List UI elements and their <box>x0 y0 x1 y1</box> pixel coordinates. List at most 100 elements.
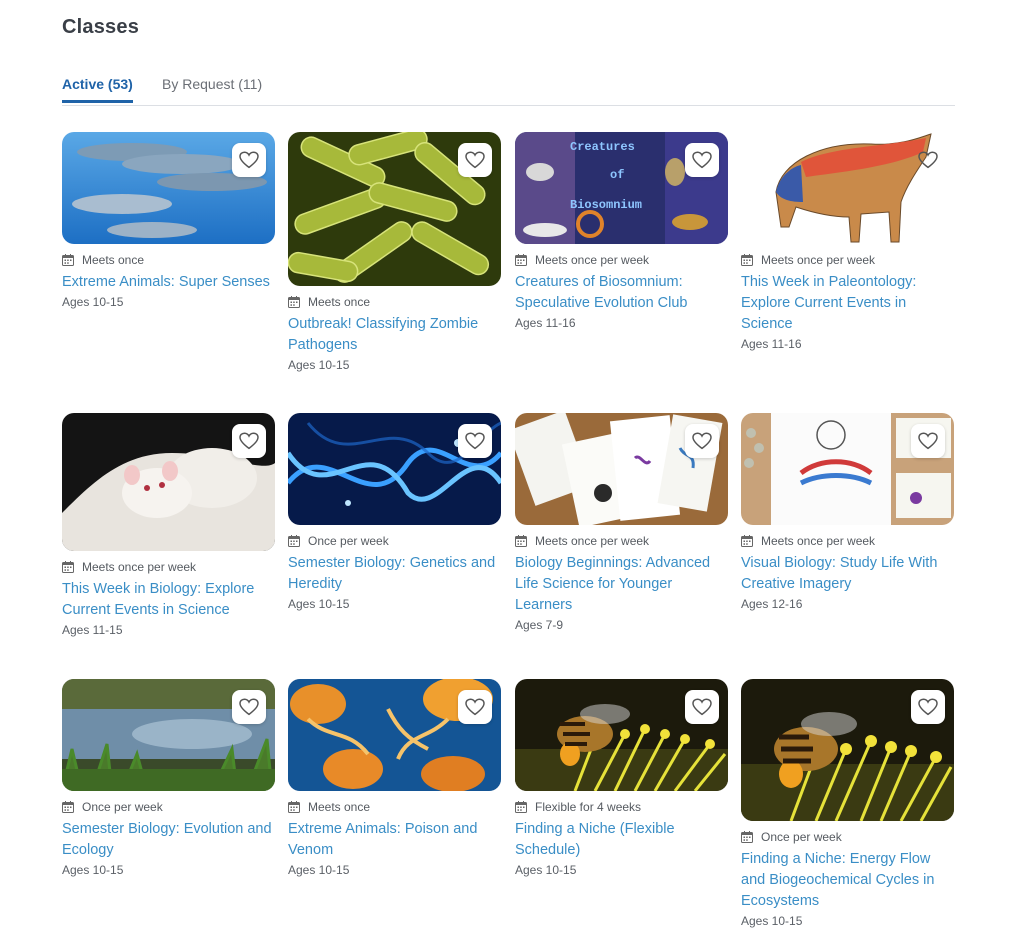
class-image[interactable] <box>741 679 954 821</box>
schedule-info: Meets once per week <box>741 252 954 268</box>
class-image[interactable] <box>62 132 275 244</box>
calendar-icon <box>62 561 74 573</box>
schedule-text: Meets once <box>308 800 371 814</box>
age-range: Ages 11-15 <box>62 623 123 637</box>
favorite-button[interactable] <box>458 143 492 177</box>
schedule-info: Meets once <box>62 252 275 268</box>
image-caption: Biosomnium <box>570 198 642 212</box>
age-range: Ages 7-9 <box>515 618 564 632</box>
class-card[interactable]: Meets once per week This Week in Biology… <box>62 413 275 639</box>
schedule-info: Meets once per week <box>62 559 275 575</box>
age-range: Ages 10-15 <box>288 358 350 372</box>
class-card[interactable]: Creatures of Biosomnium Meets once per w… <box>515 132 728 332</box>
calendar-icon <box>741 535 753 547</box>
class-title-link[interactable]: Semester Biology: Evolution and Ecology <box>62 819 275 861</box>
calendar-icon <box>741 831 753 843</box>
schedule-info: Flexible for 4 weeks <box>515 799 728 815</box>
class-card[interactable]: Meets once Extreme Animals: Poison and V… <box>288 679 501 879</box>
class-card[interactable]: Meets once Extreme Animals: Super Senses… <box>62 132 275 311</box>
schedule-text: Meets once per week <box>82 560 197 574</box>
class-title-link[interactable]: Finding a Niche: Energy Flow and Biogeoc… <box>741 849 954 912</box>
class-title-link[interactable]: Finding a Niche (Flexible Schedule) <box>515 819 728 861</box>
class-image[interactable] <box>288 132 501 286</box>
calendar-icon <box>288 296 300 308</box>
class-title-link[interactable]: This Week in Biology: Explore Current Ev… <box>62 579 275 621</box>
age-range: Ages 11-16 <box>515 316 576 330</box>
heart-outline-icon <box>692 432 712 450</box>
classes-page: Classes Active (53) By Request (11) Meet… <box>0 0 1024 929</box>
schedule-text: Once per week <box>308 534 389 548</box>
age-range: Ages 10-15 <box>741 914 803 928</box>
schedule-text: Meets once <box>82 253 145 267</box>
class-title-link[interactable]: Visual Biology: Study Life With Creative… <box>741 553 954 595</box>
class-image[interactable] <box>741 413 954 525</box>
favorite-button[interactable] <box>232 424 266 458</box>
tab-active[interactable]: Active (53) <box>62 76 133 103</box>
class-title-link[interactable]: Outbreak! Classifying Zombie Pathogens <box>288 314 501 356</box>
class-image[interactable] <box>515 413 728 525</box>
class-image[interactable] <box>741 132 954 244</box>
tab-by-request[interactable]: By Request (11) <box>162 76 262 100</box>
class-title-link[interactable]: Creatures of Biosomnium: Speculative Evo… <box>515 272 728 314</box>
class-card[interactable]: Once per week Semester Biology: Genetics… <box>288 413 501 613</box>
class-card[interactable]: Meets once per week Biology Beginnings: … <box>515 413 728 634</box>
schedule-info: Once per week <box>741 829 954 845</box>
heart-outline-icon <box>465 151 485 169</box>
favorite-button[interactable] <box>458 690 492 724</box>
schedule-text: Meets once per week <box>535 253 650 267</box>
heart-outline-icon <box>692 151 712 169</box>
class-image[interactable] <box>62 679 275 791</box>
schedule-text: Meets once <box>308 295 371 309</box>
favorite-button[interactable] <box>685 143 719 177</box>
image-caption: of <box>610 168 624 182</box>
tab-bar: Active (53) By Request (11) <box>62 76 955 106</box>
calendar-icon <box>741 254 753 266</box>
class-title-link[interactable]: Semester Biology: Genetics and Heredity <box>288 553 501 595</box>
favorite-button[interactable] <box>911 143 945 177</box>
class-title-link[interactable]: Extreme Animals: Poison and Venom <box>288 819 501 861</box>
schedule-text: Once per week <box>761 830 842 844</box>
calendar-icon <box>62 801 74 813</box>
heart-outline-icon <box>239 151 259 169</box>
schedule-text: Meets once per week <box>761 253 876 267</box>
class-card[interactable]: Once per week Finding a Niche: Energy Fl… <box>741 679 954 929</box>
favorite-button[interactable] <box>685 424 719 458</box>
class-card[interactable]: Flexible for 4 weeks Finding a Niche (Fl… <box>515 679 728 879</box>
class-card[interactable]: Once per week Semester Biology: Evolutio… <box>62 679 275 879</box>
page-title: Classes <box>62 16 140 38</box>
heart-outline-icon <box>239 698 259 716</box>
class-card[interactable]: Meets once per week This Week in Paleont… <box>741 132 954 353</box>
class-title-link[interactable]: Extreme Animals: Super Senses <box>62 272 275 293</box>
favorite-button[interactable] <box>458 424 492 458</box>
favorite-button[interactable] <box>911 690 945 724</box>
heart-outline-icon <box>465 698 485 716</box>
class-title-link[interactable]: Biology Beginnings: Advanced Life Scienc… <box>515 553 728 616</box>
age-range: Ages 10-15 <box>62 295 124 309</box>
class-image[interactable] <box>288 413 501 525</box>
image-caption: Creatures <box>570 140 635 154</box>
favorite-button[interactable] <box>911 424 945 458</box>
schedule-text: Meets once per week <box>535 534 650 548</box>
class-image[interactable] <box>515 679 728 791</box>
schedule-info: Once per week <box>288 533 501 549</box>
favorite-button[interactable] <box>685 690 719 724</box>
class-card[interactable]: Meets once per week Visual Biology: Stud… <box>741 413 954 613</box>
schedule-info: Meets once <box>288 799 501 815</box>
schedule-info: Meets once per week <box>515 533 728 549</box>
class-card[interactable]: Meets once Outbreak! Classifying Zombie … <box>288 132 501 374</box>
class-image[interactable] <box>62 413 275 551</box>
age-range: Ages 11-16 <box>741 337 802 351</box>
schedule-text: Once per week <box>82 800 163 814</box>
calendar-icon <box>288 535 300 547</box>
favorite-button[interactable] <box>232 690 266 724</box>
age-range: Ages 10-15 <box>288 863 350 877</box>
class-image[interactable]: Creatures of Biosomnium <box>515 132 728 244</box>
class-image[interactable] <box>288 679 501 791</box>
age-range: Ages 10-15 <box>515 863 577 877</box>
calendar-icon <box>288 801 300 813</box>
favorite-button[interactable] <box>232 143 266 177</box>
heart-outline-icon <box>465 432 485 450</box>
class-title-link[interactable]: This Week in Paleontology: Explore Curre… <box>741 272 954 335</box>
calendar-icon <box>515 254 527 266</box>
schedule-info: Once per week <box>62 799 275 815</box>
